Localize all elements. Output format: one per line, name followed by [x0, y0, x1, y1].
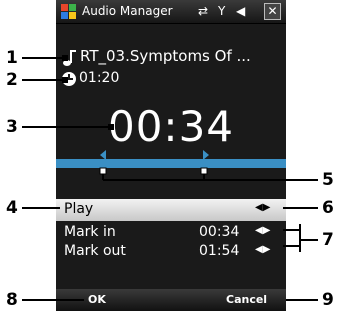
device-screen: Audio Manager ⇄ Y ◀︎ ✕ RT_03.Symptoms Of…: [56, 0, 286, 311]
windows-start-icon[interactable]: [61, 4, 77, 20]
mark-in-value: 00:34: [199, 224, 240, 240]
close-button[interactable]: ✕: [264, 3, 281, 20]
track-duration: 01:20: [79, 70, 120, 86]
play-arrows-icon[interactable]: ◀▶: [255, 202, 270, 213]
track-name: RT_03.Symptoms Of ...: [80, 47, 251, 65]
callout-8: 8: [6, 290, 18, 310]
mark-in-arrows-icon[interactable]: ◀▶: [255, 225, 270, 236]
callout-2: 2: [6, 70, 18, 90]
callout-3: 3: [6, 117, 18, 137]
callout-7: 7: [322, 230, 334, 250]
window-title: Audio Manager: [82, 4, 173, 18]
connectivity-icon[interactable]: ⇄: [198, 4, 208, 18]
play-menu-item[interactable]: Play ◀▶: [56, 199, 286, 221]
signal-icon[interactable]: Y: [218, 4, 225, 18]
track-info: RT_03.Symptoms Of ...: [56, 47, 286, 69]
softkey-bar: OK Cancel: [56, 289, 286, 311]
progress-bar[interactable]: [56, 159, 286, 168]
mark-in-label: Mark in: [64, 224, 116, 240]
cancel-softkey[interactable]: Cancel: [226, 293, 267, 306]
mark-out-arrows-icon[interactable]: ◀▶: [255, 244, 270, 255]
current-time: 00:34: [107, 102, 235, 151]
callout-9: 9: [322, 290, 334, 310]
music-note-icon: [63, 50, 76, 66]
title-bar: Audio Manager ⇄ Y ◀︎ ✕: [56, 0, 286, 24]
callout-1: 1: [6, 48, 18, 68]
play-label: Play: [64, 201, 94, 217]
volume-icon[interactable]: ◀︎: [236, 4, 245, 18]
callout-5: 5: [322, 170, 334, 190]
ok-softkey[interactable]: OK: [88, 293, 106, 306]
mark-out-value: 01:54: [199, 243, 240, 259]
mark-out-label: Mark out: [64, 243, 126, 259]
callout-4: 4: [6, 198, 18, 218]
duration-row: 01:20: [56, 70, 286, 88]
callout-6: 6: [322, 198, 334, 218]
clock-icon: [62, 72, 76, 86]
mark-out-item[interactable]: Mark out 01:54 ◀▶: [56, 241, 286, 263]
